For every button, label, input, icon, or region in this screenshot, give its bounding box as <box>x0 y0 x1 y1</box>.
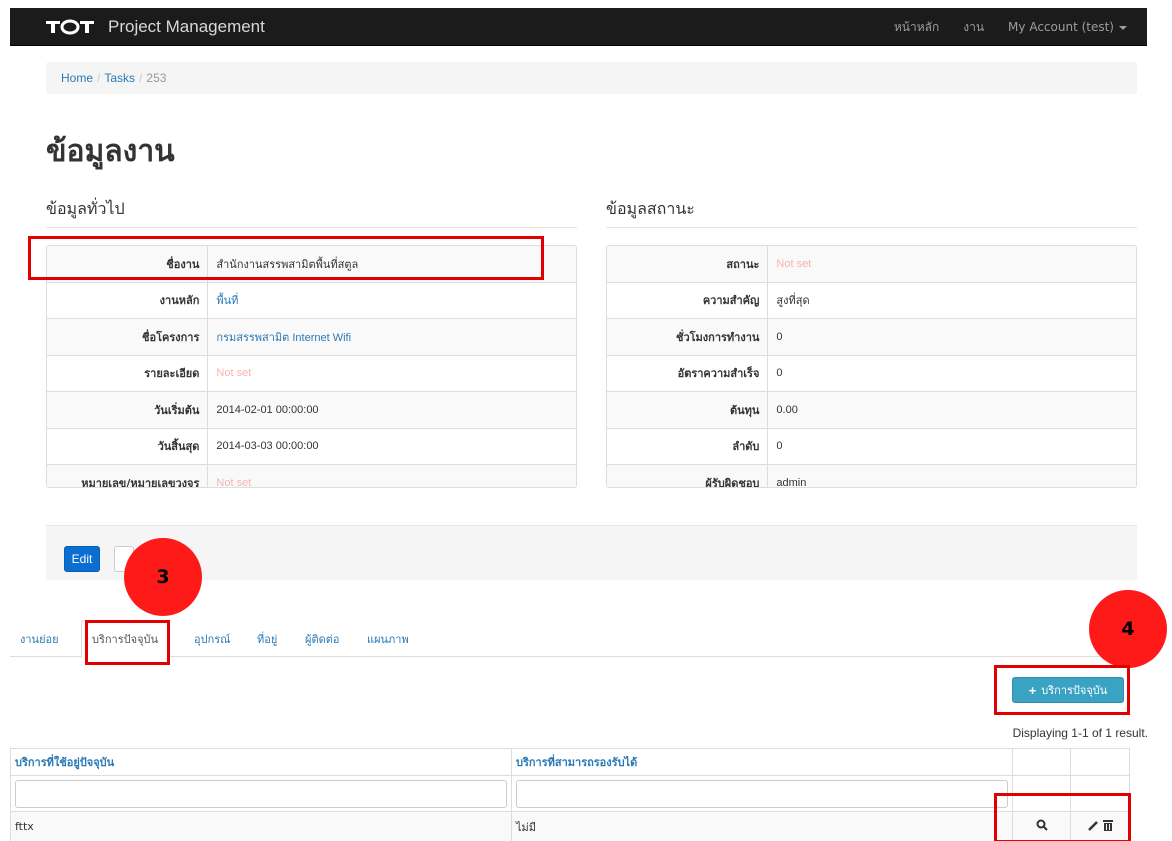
detail-value: Not set <box>207 355 576 391</box>
detail-value-link[interactable]: พื้นที่ <box>207 282 576 318</box>
detail-row-parent: งานหลัก พื้นที่ <box>47 282 576 319</box>
brand-title: Project Management <box>108 17 265 36</box>
detail-row-project: ชื่อโครงการ กรมสรรพสามิต Internet Wifi <box>47 319 576 356</box>
detail-row-priority: ความสำคัญ สูงที่สุด <box>607 282 1136 319</box>
grid-header-view <box>1013 749 1071 775</box>
grid-header-row: บริการที่ใช้อยู่ปัจจุบัน บริการที่สามารถ… <box>11 749 1129 776</box>
detail-row-circuit: หมายเลข/หมายเลขวงจร Not set <box>47 465 576 488</box>
detail-row-hours: ชั่วโมงการทำงาน 0 <box>607 319 1136 356</box>
tab-subtasks[interactable]: งานย่อย <box>10 620 69 657</box>
general-info-title: ข้อมูลทั่วไป <box>46 199 125 218</box>
nav-home[interactable]: หน้าหลัก <box>894 18 939 37</box>
detail-label: วันสิ้นสุด <box>157 440 200 454</box>
detail-row-status: สถานะ Not set <box>607 246 1136 283</box>
detail-value: 2014-02-01 00:00:00 <box>207 392 576 428</box>
section-divider <box>606 227 1137 228</box>
detail-row-start: วันเริ่มต้น 2014-02-01 00:00:00 <box>47 392 576 429</box>
edit-button[interactable]: Edit <box>64 546 100 572</box>
detail-row-owner: ผู้รับผิดชอบ admin <box>607 465 1136 488</box>
grid-header-current[interactable]: บริการที่ใช้อยู่ปัจจุบัน <box>11 749 512 775</box>
breadcrumb-separator: / <box>139 71 143 85</box>
grid-summary: Displaying 1-1 of 1 result. <box>1012 726 1148 740</box>
detail-value: 2014-03-03 00:00:00 <box>207 428 576 464</box>
nav-account-label: My Account (test) <box>1008 20 1114 34</box>
detail-value: Not set <box>767 246 1136 282</box>
caret-down-icon <box>1119 25 1127 30</box>
tab-address[interactable]: ที่อยู่ <box>247 620 287 657</box>
breadcrumb-tasks[interactable]: Tasks <box>104 71 135 85</box>
general-detail-table: ชื่องาน สำนักงานสรรพสามิตพื้นที่สตูล งาน… <box>46 245 577 488</box>
detail-label: ต้นทุน <box>729 403 760 417</box>
detail-label: รายละเอียด <box>144 367 200 381</box>
grid-header-supported[interactable]: บริการที่สามารถรองรับได้ <box>512 749 1013 775</box>
detail-value: 0 <box>767 319 1136 355</box>
filter-supported-input[interactable] <box>516 779 1008 808</box>
annotation-badge-4: 4 <box>1089 590 1167 668</box>
cell-current-service: fttx <box>11 812 512 841</box>
breadcrumb: Home / Tasks / 253 <box>46 62 1137 94</box>
detail-label: ลำดับ <box>732 440 760 454</box>
services-grid: บริการที่ใช้อยู่ปัจจุบัน บริการที่สามารถ… <box>10 748 1130 841</box>
top-navbar: Project Management หน้าหลัก งาน My Accou… <box>10 8 1147 46</box>
detail-label: ชื่อโครงการ <box>142 330 200 344</box>
detail-row-progress: อัตราความสำเร็จ 0 <box>607 355 1136 392</box>
detail-value-link[interactable]: กรมสรรพสามิต Internet Wifi <box>207 319 576 355</box>
detail-label: ความสำคัญ <box>702 294 760 308</box>
detail-value: 0.00 <box>767 392 1136 428</box>
detail-value: Not set <box>207 465 576 487</box>
breadcrumb-separator: / <box>97 71 101 85</box>
detail-label: อัตราความสำเร็จ <box>677 367 760 381</box>
table-row: fttx ไม่มี <box>11 812 1129 841</box>
annotation-box-row-actions <box>994 793 1131 841</box>
annotation-box-tab <box>85 620 170 665</box>
detail-value: 0 <box>767 355 1136 391</box>
detail-label: งานหลัก <box>159 294 200 308</box>
filter-cell <box>512 776 1013 811</box>
detail-row-order: ลำดับ 0 <box>607 428 1136 465</box>
grid-header-actions <box>1071 749 1129 775</box>
tab-diagram[interactable]: แผนภาพ <box>357 620 419 657</box>
tab-equipment[interactable]: อุปกรณ์ <box>184 620 240 657</box>
page-title: ข้อมูลงาน <box>46 134 175 169</box>
detail-row-description: รายละเอียด Not set <box>47 355 576 392</box>
filter-current-input[interactable] <box>15 779 507 808</box>
detail-label: สถานะ <box>726 257 760 271</box>
brand[interactable]: Project Management <box>46 8 265 46</box>
breadcrumb-home[interactable]: Home <box>61 71 93 85</box>
detail-label: วันเริ่มต้น <box>154 403 200 417</box>
detail-label: ชั่วโมงการทำงาน <box>675 330 760 344</box>
section-divider <box>46 227 577 228</box>
nav-account[interactable]: My Account (test) <box>1008 20 1127 34</box>
grid-filter-row <box>11 776 1129 812</box>
detail-label: หมายเลข/หมายเลขวงจร <box>81 477 200 488</box>
detail-label: ผู้รับผิดชอบ <box>705 477 760 488</box>
status-detail-table: สถานะ Not set ความสำคัญ สูงที่สุด ชั่วโม… <box>606 245 1137 488</box>
status-info-title: ข้อมูลสถานะ <box>606 199 695 218</box>
detail-value: admin <box>767 465 1136 487</box>
detail-row-end: วันสิ้นสุด 2014-03-03 00:00:00 <box>47 428 576 465</box>
cell-supported-service: ไม่มี <box>512 812 1013 841</box>
nav-tasks[interactable]: งาน <box>963 18 984 37</box>
detail-row-cost: ต้นทุน 0.00 <box>607 392 1136 429</box>
breadcrumb-current: 253 <box>146 71 167 85</box>
detail-value: สูงที่สุด <box>767 282 1136 318</box>
detail-tabs: งานย่อย บริการปัจจุบัน อุปกรณ์ ที่อยู่ ผ… <box>10 620 1147 658</box>
tot-logo-icon <box>46 19 98 35</box>
tab-contacts[interactable]: ผู้ติดต่อ <box>295 620 349 657</box>
form-actions: Edit <box>46 525 1137 580</box>
detail-value: 0 <box>767 428 1136 464</box>
filter-cell <box>11 776 512 811</box>
annotation-badge-3: 3 <box>124 538 202 616</box>
annotation-box-task-name <box>28 236 544 280</box>
annotation-box-add-button <box>994 665 1130 715</box>
